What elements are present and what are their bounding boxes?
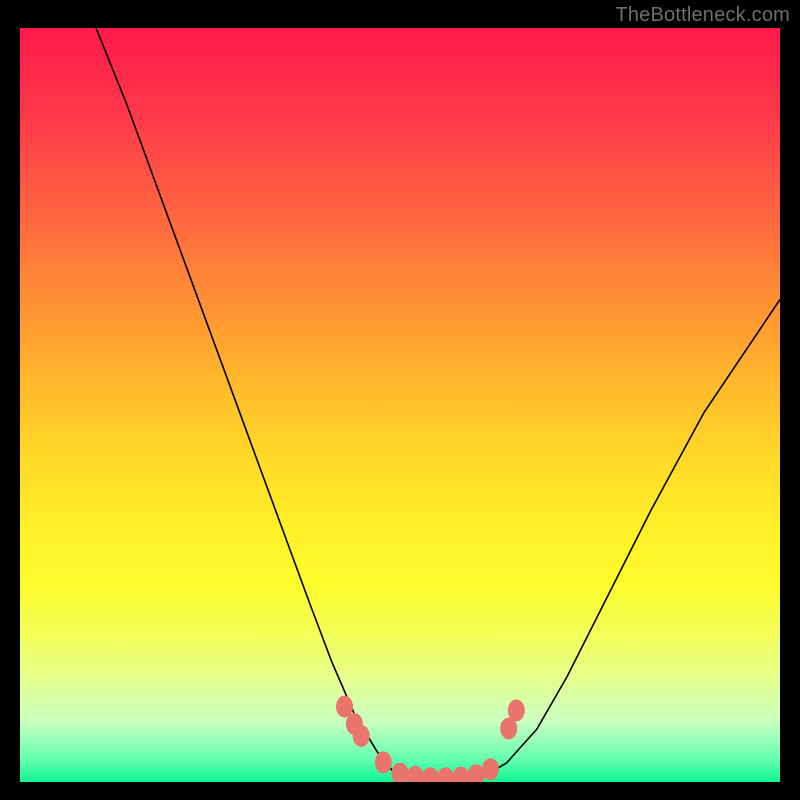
bead-marker: [392, 763, 409, 782]
bottleneck-chart: [20, 28, 780, 782]
bead-marker: [437, 767, 454, 782]
bead-marker: [508, 699, 525, 721]
bead-marker: [375, 751, 392, 773]
bead-marker: [482, 758, 499, 780]
bead-group: [336, 696, 525, 782]
curve-right-branch: [484, 299, 780, 776]
bead-marker: [452, 767, 469, 783]
bead-marker: [422, 767, 439, 782]
bead-marker: [468, 764, 485, 782]
curve-left-branch: [96, 28, 408, 778]
bead-marker: [353, 725, 370, 747]
watermark-text: TheBottleneck.com: [615, 4, 790, 27]
frame: TheBottleneck.com: [0, 0, 800, 800]
plot-area: [20, 28, 780, 782]
bead-marker: [407, 766, 424, 782]
